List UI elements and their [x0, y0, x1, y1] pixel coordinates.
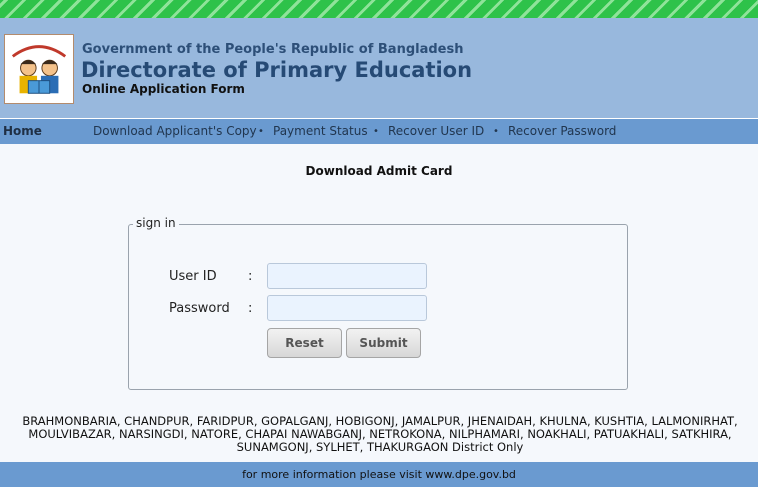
password-colon: : [248, 301, 253, 316]
nav-download-applicant-copy[interactable]: Download Applicant's Copy [93, 119, 257, 144]
dpe-logo-icon [4, 34, 74, 104]
nav-separator: • [493, 126, 499, 137]
districts-line: SUNAMGONJ, SYLHET, THAKURGAON District O… [236, 440, 524, 454]
footer-info-text: for more information please visit www.dp… [242, 468, 516, 481]
user-id-label: User ID [169, 269, 217, 284]
user-id-input[interactable] [267, 263, 427, 289]
signin-legend: sign in [133, 216, 179, 230]
signin-fieldset: sign in User ID : Password : Reset Submi… [128, 216, 628, 390]
government-name: Government of the People's Republic of B… [82, 42, 464, 57]
nav-bar: Home Download Applicant's Copy • Payment… [0, 119, 758, 144]
password-label: Password [169, 301, 230, 316]
submit-button[interactable]: Submit [346, 328, 421, 358]
department-title: Directorate of Primary Education [81, 58, 473, 82]
footer: for more information please visit www.dp… [0, 462, 758, 487]
password-input[interactable] [267, 295, 427, 321]
eligible-districts-note: BRAHMONBARIA, CHANDPUR, FARIDPUR, GOPALG… [10, 415, 750, 454]
page-title: Download Admit Card [305, 164, 453, 178]
site-header: Government of the People's Republic of B… [0, 18, 758, 118]
nav-separator: • [373, 126, 379, 137]
reset-button[interactable]: Reset [267, 328, 342, 358]
nav-payment-status[interactable]: Payment Status [273, 119, 368, 144]
user-id-colon: : [248, 269, 253, 284]
nav-recover-password[interactable]: Recover Password [508, 119, 616, 144]
nav-separator: • [258, 126, 264, 137]
nav-home-link[interactable]: Home [3, 119, 42, 144]
form-subtitle: Online Application Form [82, 82, 245, 96]
top-decorative-stripe [0, 0, 758, 18]
main-content: Download Admit Card sign in User ID : Pa… [0, 144, 758, 462]
nav-recover-user-id[interactable]: Recover User ID [388, 119, 484, 144]
